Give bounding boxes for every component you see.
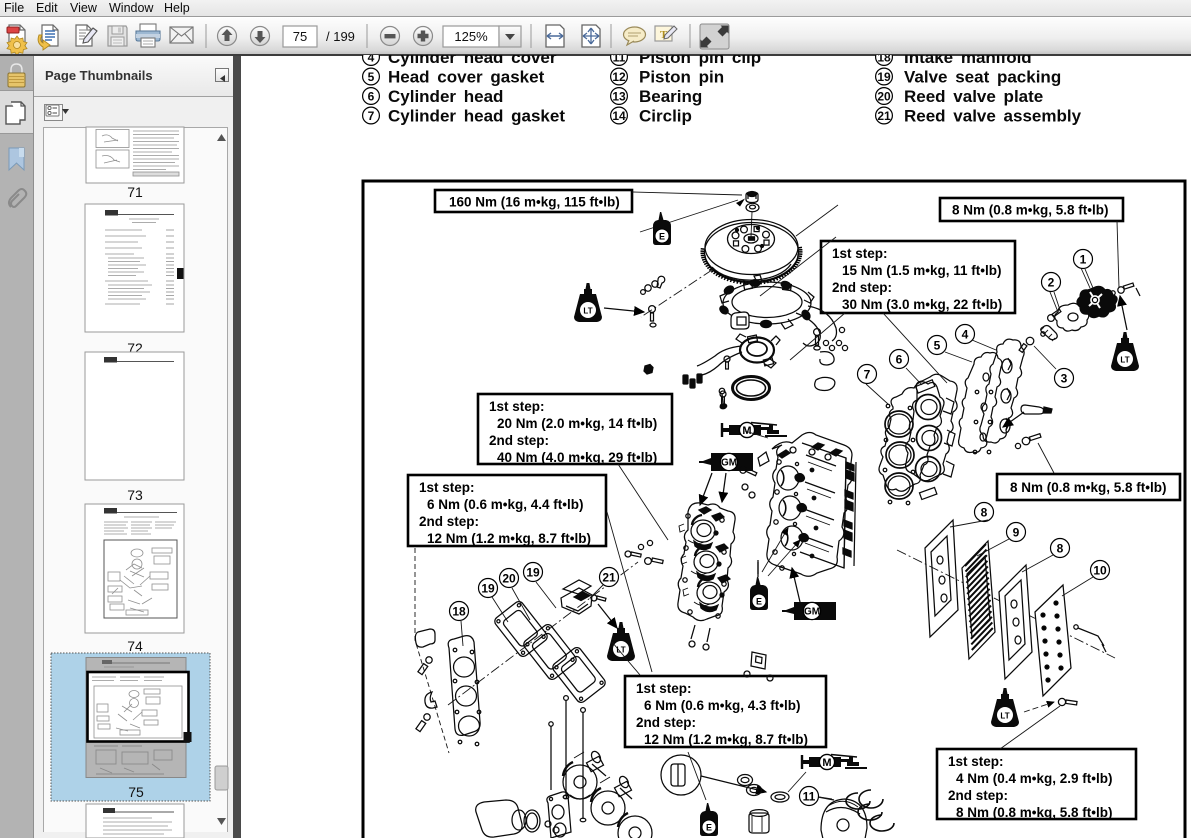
svg-text:8: 8 bbox=[1057, 542, 1064, 556]
svg-text:Head cover gasket: Head cover gasket bbox=[388, 68, 545, 87]
svg-text:1st step:: 1st step: bbox=[636, 681, 692, 696]
svg-text:8 Nm (0.8 m•kg, 5.8 ft•lb): 8 Nm (0.8 m•kg, 5.8 ft•lb) bbox=[952, 203, 1109, 218]
svg-text:2nd step:: 2nd step: bbox=[419, 514, 479, 529]
svg-text:20: 20 bbox=[877, 90, 891, 104]
svg-text:6 Nm (0.6 m•kg, 4.4 ft•lb): 6 Nm (0.6 m•kg, 4.4 ft•lb) bbox=[427, 497, 584, 512]
svg-text:6: 6 bbox=[368, 90, 375, 104]
svg-text:Valve seat packing: Valve seat packing bbox=[904, 68, 1061, 87]
svg-text:4: 4 bbox=[962, 328, 969, 342]
svg-text:2nd step:: 2nd step: bbox=[636, 715, 696, 730]
svg-text:21: 21 bbox=[602, 571, 616, 585]
svg-text:Reed valve plate: Reed valve plate bbox=[904, 87, 1043, 106]
svg-text:11: 11 bbox=[613, 55, 626, 65]
svg-text:12 Nm (1.2 m•kg, 8.7 ft•lb): 12 Nm (1.2 m•kg, 8.7 ft•lb) bbox=[644, 732, 808, 747]
svg-text:12 Nm (1.2 m•kg, 8.7 ft•lb): 12 Nm (1.2 m•kg, 8.7 ft•lb) bbox=[427, 531, 591, 546]
svg-text:Reed valve assembly: Reed valve assembly bbox=[904, 107, 1082, 126]
svg-text:8: 8 bbox=[981, 506, 988, 520]
svg-text:1: 1 bbox=[1080, 253, 1087, 267]
svg-text:Intake manifold: Intake manifold bbox=[904, 55, 1032, 67]
svg-text:Piston pin: Piston pin bbox=[639, 68, 724, 87]
svg-text:5: 5 bbox=[368, 70, 375, 84]
svg-text:19: 19 bbox=[481, 582, 495, 596]
svg-text:Cylinder head cover: Cylinder head cover bbox=[388, 55, 557, 67]
svg-text:3: 3 bbox=[1061, 372, 1068, 386]
svg-text:160 Nm (16 m•kg, 115 ft•lb): 160 Nm (16 m•kg, 115 ft•lb) bbox=[449, 195, 620, 210]
svg-text:2: 2 bbox=[1048, 276, 1055, 290]
svg-text:7: 7 bbox=[368, 109, 375, 123]
svg-text:2nd step:: 2nd step: bbox=[832, 280, 892, 295]
svg-text:15 Nm (1.5 m•kg, 11 ft•lb): 15 Nm (1.5 m•kg, 11 ft•lb) bbox=[842, 263, 1002, 278]
svg-text:7: 7 bbox=[864, 368, 871, 382]
svg-text:5: 5 bbox=[934, 339, 941, 353]
svg-text:18: 18 bbox=[452, 605, 466, 619]
svg-text:Circlip: Circlip bbox=[639, 107, 692, 126]
svg-text:21: 21 bbox=[877, 109, 891, 123]
svg-text:30 Nm (3.0 m•kg, 22 ft•lb): 30 Nm (3.0 m•kg, 22 ft•lb) bbox=[842, 297, 1002, 312]
svg-text:1st step:: 1st step: bbox=[489, 399, 545, 414]
svg-text:10: 10 bbox=[1093, 564, 1107, 578]
svg-text:Cylinder head gasket: Cylinder head gasket bbox=[388, 107, 565, 126]
svg-text:Bearing: Bearing bbox=[639, 87, 702, 106]
svg-text:8 Nm (0.8 m•kg, 5.8 ft•lb): 8 Nm (0.8 m•kg, 5.8 ft•lb) bbox=[956, 805, 1113, 820]
svg-text:4 Nm (0.4 m•kg, 2.9 ft•lb): 4 Nm (0.4 m•kg, 2.9 ft•lb) bbox=[956, 771, 1113, 786]
svg-text:125%: 125% bbox=[454, 29, 488, 44]
svg-text:9: 9 bbox=[1013, 526, 1020, 540]
svg-text:71: 71 bbox=[127, 184, 143, 200]
svg-text:40 Nm (4.0 m•kg, 29 ft•lb): 40 Nm (4.0 m•kg, 29 ft•lb) bbox=[497, 450, 657, 465]
svg-text:Piston pin clip: Piston pin clip bbox=[639, 55, 761, 67]
svg-text:2nd step:: 2nd step: bbox=[948, 788, 1008, 803]
svg-text:75: 75 bbox=[293, 29, 307, 44]
svg-text:20 Nm (2.0 m•kg, 14 ft•lb): 20 Nm (2.0 m•kg, 14 ft•lb) bbox=[497, 416, 657, 431]
svg-text:Cylinder head: Cylinder head bbox=[388, 87, 503, 106]
svg-text:8 Nm (0.8 m•kg, 5.8 ft•lb): 8 Nm (0.8 m•kg, 5.8 ft•lb) bbox=[1010, 480, 1167, 495]
svg-text:/ 199: / 199 bbox=[326, 29, 355, 44]
svg-text:12: 12 bbox=[612, 70, 626, 84]
svg-text:75: 75 bbox=[128, 784, 144, 800]
svg-text:6: 6 bbox=[896, 353, 903, 367]
svg-text:1st step:: 1st step: bbox=[832, 246, 888, 261]
svg-text:19: 19 bbox=[526, 566, 540, 580]
svg-text:18: 18 bbox=[877, 55, 891, 65]
svg-text:1st step:: 1st step: bbox=[419, 480, 475, 495]
svg-text:4: 4 bbox=[368, 55, 375, 65]
svg-text:14: 14 bbox=[612, 109, 626, 123]
svg-text:73: 73 bbox=[127, 487, 143, 503]
svg-text:74: 74 bbox=[127, 638, 143, 654]
svg-text:20: 20 bbox=[502, 572, 516, 586]
svg-text:2nd step:: 2nd step: bbox=[489, 433, 549, 448]
svg-text:13: 13 bbox=[612, 90, 626, 104]
svg-text:1st step:: 1st step: bbox=[948, 754, 1004, 769]
svg-text:19: 19 bbox=[877, 70, 891, 84]
svg-text:11: 11 bbox=[803, 790, 816, 804]
svg-text:6 Nm (0.6 m•kg, 4.3 ft•lb): 6 Nm (0.6 m•kg, 4.3 ft•lb) bbox=[644, 698, 801, 713]
